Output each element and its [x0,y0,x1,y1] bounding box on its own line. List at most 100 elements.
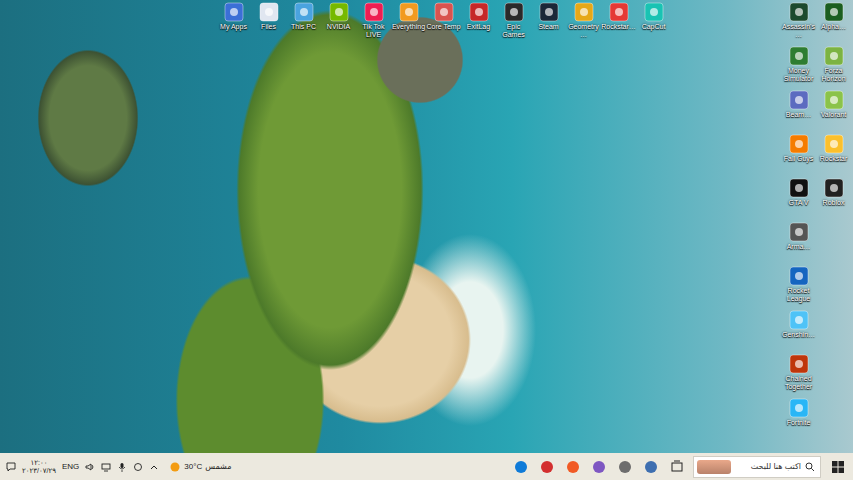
desktop-wallpaper: My AppsFilesThis PCNVIDIATik Tok LIVEEve… [0,0,853,453]
app-icon [329,2,349,22]
chevron-up-icon[interactable] [149,462,159,472]
desktop-icon[interactable]: ExitLag [461,0,496,39]
desktop-icon[interactable]: NVIDIA [321,0,356,39]
top-icon-row: My AppsFilesThis PCNVIDIATik Tok LIVEEve… [216,0,671,39]
weather-widget[interactable]: 30°Cمشمس [169,461,231,473]
microphone-icon[interactable] [117,462,127,472]
app-icon [824,46,844,66]
pinned-app[interactable] [537,453,557,480]
desktop-icon-label: Epic Games [496,23,531,39]
desktop-icon[interactable]: Valorant [816,88,851,132]
app-icon [224,2,244,22]
app-icon [789,222,809,242]
app-icon [364,2,384,22]
app-icon [399,2,419,22]
clock[interactable]: ١٢:٠٠٢٠٢٣/٠٧/٢٩ [22,459,56,475]
pinned-app[interactable] [589,453,609,480]
clock-time: ١٢:٠٠ [30,459,47,467]
app-icon [574,2,594,22]
notification-icon[interactable] [6,462,16,472]
desktop-icon[interactable]: CapCut [636,0,671,39]
search-box[interactable]: اكتب هنا للبحث [693,456,821,478]
desktop-icon-label: My Apps [216,23,251,31]
desktop-icon-label: Beam… [781,111,816,119]
desktop-icon-label: Steam [531,23,566,31]
app-icon [789,90,809,110]
desktop-icon[interactable]: Rockstar [816,132,851,176]
desktop-icon[interactable]: Geometry… [566,0,601,39]
desktop-icon[interactable]: Fall Guys [781,132,816,176]
desktop-icon[interactable]: Arma… [781,220,816,264]
desktop-icon-label: Money Simulator [781,67,816,83]
desktop-icon[interactable]: Rocket League [781,264,816,308]
desktop-icon[interactable]: My Apps [216,0,251,39]
app-tray-icon[interactable] [133,462,143,472]
app-icon [609,2,629,22]
desktop-icon-label: Genshin… [781,331,816,339]
task-view-button[interactable] [667,453,687,480]
desktop-icon[interactable]: This PC [286,0,321,39]
desktop-icon[interactable]: Genshin… [781,308,816,352]
taskbar-apps: اكتب هنا للبحث [511,453,849,480]
desktop-icon[interactable]: Chained Together [781,352,816,396]
desktop-icon-label: Valorant [816,111,851,119]
search-highlight-image [697,460,731,474]
desktop-icon-label: Fortnite [781,419,816,427]
app-icon [540,460,554,474]
desktop-icon[interactable]: Fortnite [781,396,816,440]
app-icon [618,460,632,474]
desktop-icon[interactable]: Steam [531,0,566,39]
sun-icon [169,461,181,473]
app-icon [592,460,606,474]
start-button[interactable] [827,453,849,480]
desktop-icon[interactable]: Tik Tok LIVE [356,0,391,39]
desktop-icon[interactable]: Assassin's… [781,0,816,44]
desktop-icon[interactable]: GTA V [781,176,816,220]
desktop-icon[interactable]: Epic Games [496,0,531,39]
desktop-icon-label: Tik Tok LIVE [356,23,391,39]
desktop-icon[interactable]: Money Simulator [781,44,816,88]
volume-icon[interactable] [85,462,95,472]
app-icon [789,266,809,286]
desktop-icon[interactable]: Files [251,0,286,39]
pinned-app[interactable] [615,453,635,480]
search-icon [805,462,815,472]
desktop-icon-label: Geometry… [566,23,601,39]
desktop-icon[interactable]: Rockstar… [601,0,636,39]
app-icon [789,134,809,154]
app-icon [644,460,658,474]
desktop-icon-label: Arma… [781,243,816,251]
desktop-icon-label: This PC [286,23,321,31]
desktop-icon-label: Rockstar [816,155,851,163]
desktop-icon[interactable]: Alpha… [816,0,851,44]
system-tray: ١٢:٠٠٢٠٢٣/٠٧/٢٩ ENG 30°Cمشمس [6,453,231,480]
desktop-icon[interactable]: Roblox [816,176,851,220]
language-indicator[interactable]: ENG [62,462,79,471]
app-icon [789,2,809,22]
desktop-icon[interactable]: Everything [391,0,426,39]
app-icon [824,134,844,154]
desktop-icon[interactable]: Core Temp [426,0,461,39]
app-icon [644,2,664,22]
desktop-icon-label: Fall Guys [781,155,816,163]
desktop-icon[interactable]: Forza Horizon [816,44,851,88]
taskbar: ١٢:٠٠٢٠٢٣/٠٧/٢٩ ENG 30°Cمشمس اكتب هنا للبحث [0,453,853,480]
app-icon [789,310,809,330]
screen: My AppsFilesThis PCNVIDIATik Tok LIVEEve… [0,0,853,480]
pinned-app[interactable] [511,453,531,480]
desktop-icon-label: GTA V [781,199,816,207]
search-placeholder: اكتب هنا للبحث [751,462,801,471]
app-icon [434,2,454,22]
app-icon [514,460,528,474]
app-icon [789,398,809,418]
clock-date: ٢٠٢٣/٠٧/٢٩ [22,467,56,475]
desktop-icon[interactable]: Beam… [781,88,816,132]
app-icon [504,2,524,22]
pinned-app[interactable] [641,453,661,480]
desktop-icon-label: Files [251,23,286,31]
search-content: اكتب هنا للبحث [751,462,815,472]
pinned-app[interactable] [563,453,583,480]
side-icon-area: Assassin's… Money Simulator Beam… Fall Guys… [781,0,851,440]
app-icon [566,460,580,474]
network-icon[interactable] [101,462,111,472]
